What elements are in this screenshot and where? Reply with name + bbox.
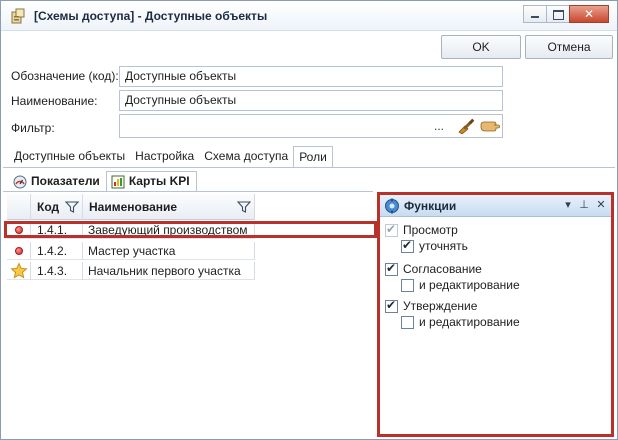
- dialog-window: [Схемы доступа] - Доступные объекты OK О…: [0, 0, 618, 440]
- subtab-indicators[interactable]: Показатели: [9, 171, 106, 192]
- function-item-approval[interactable]: Согласование: [385, 261, 482, 276]
- checkbox[interactable]: [401, 238, 414, 253]
- cell-name: Заведующий производством: [88, 223, 248, 237]
- code-field[interactable]: Доступные объекты: [119, 66, 503, 87]
- functions-panel: Функции ▾ ⊥ ✕ Просмотр уточнять Согласов…: [377, 192, 614, 437]
- filter-ellipsis-button[interactable]: ...: [434, 119, 444, 133]
- function-label: Просмотр: [403, 223, 458, 237]
- dropdown-icon[interactable]: ▾: [561, 198, 575, 212]
- function-item-view[interactable]: Просмотр: [385, 222, 458, 237]
- row-indicator: [7, 262, 31, 280]
- grid-indicator-header: [7, 194, 31, 220]
- function-item-confirmation[interactable]: Утверждение: [385, 298, 478, 313]
- function-label: Согласование: [403, 262, 482, 276]
- cancel-button[interactable]: Отмена: [525, 35, 613, 59]
- function-item-approval-edit[interactable]: и редактирование: [401, 278, 520, 292]
- indicators-icon: [13, 175, 27, 188]
- functions-icon: [385, 198, 399, 214]
- column-header-name[interactable]: Наименование: [83, 194, 255, 220]
- cell-name: Начальник первого участка: [88, 264, 241, 278]
- row-indicator: [7, 221, 31, 239]
- cell-code: 1.4.1.: [37, 223, 68, 237]
- filter-funnel-icon[interactable]: [65, 200, 79, 214]
- sub-tabs: Показатели Карты KPI: [9, 171, 197, 192]
- close-icon[interactable]: ✕: [594, 198, 608, 212]
- subtab-divider: [3, 191, 373, 192]
- roles-grid: Код Наименование 1.4.1. Заведующий произ…: [7, 194, 374, 437]
- ok-button[interactable]: OK: [441, 35, 521, 59]
- status-dot-icon: [15, 226, 23, 234]
- code-label: Обозначение (код):: [11, 69, 119, 83]
- subtab-indicators-label: Показатели: [31, 174, 100, 188]
- table-row[interactable]: 1.4.3. Начальник первого участка: [7, 262, 255, 280]
- subtab-kpi-cards-label: Карты KPI: [128, 174, 190, 188]
- grid-header: Код Наименование: [7, 194, 255, 220]
- checkbox[interactable]: [401, 315, 414, 329]
- name-field[interactable]: Доступные объекты: [119, 90, 503, 111]
- tab-settings[interactable]: Настройка: [130, 146, 199, 168]
- window-title: [Схемы доступа] - Доступные объекты: [34, 9, 268, 23]
- kpi-card-icon: [111, 175, 125, 188]
- function-label: и редактирование: [419, 278, 520, 292]
- column-header-name-label: Наименование: [89, 200, 178, 214]
- checkbox[interactable]: [401, 278, 414, 292]
- function-label: уточнять: [419, 239, 468, 253]
- title-bar: [Схемы доступа] - Доступные объекты: [1, 1, 617, 31]
- minimize-icon[interactable]: [523, 5, 546, 23]
- checkbox[interactable]: [385, 222, 398, 237]
- status-dot-icon: [15, 247, 23, 255]
- tab-access-scheme[interactable]: Схема доступа: [199, 146, 293, 168]
- filter-field[interactable]: ...: [119, 114, 503, 138]
- function-item-clarify[interactable]: уточнять: [401, 238, 468, 253]
- row-indicator: [7, 242, 31, 260]
- star-icon: [10, 262, 28, 279]
- column-header-code-label: Код: [37, 200, 60, 214]
- tab-roles[interactable]: Роли: [293, 146, 333, 168]
- checkbox[interactable]: [385, 298, 398, 313]
- broom-icon[interactable]: [456, 118, 476, 134]
- function-label: Утверждение: [403, 299, 478, 313]
- filter-label: Фильтр:: [11, 121, 55, 135]
- window-controls: [523, 5, 609, 25]
- maximize-icon[interactable]: [546, 5, 569, 23]
- subtab-kpi-cards[interactable]: Карты KPI: [105, 171, 197, 192]
- filter-funnel-icon[interactable]: [237, 200, 251, 214]
- name-label: Наименование:: [11, 94, 98, 108]
- cell-code: 1.4.2.: [37, 244, 68, 258]
- functions-panel-title: Функции: [404, 199, 457, 213]
- table-row[interactable]: 1.4.1. Заведующий производством: [7, 221, 255, 239]
- function-item-confirmation-edit[interactable]: и редактирование: [401, 315, 520, 329]
- function-label: и редактирование: [419, 315, 520, 329]
- functions-panel-header: Функции ▾ ⊥ ✕: [380, 195, 611, 217]
- pin-icon[interactable]: ⊥: [577, 198, 591, 212]
- main-tabs: Доступные объекты Настройка Схема доступ…: [9, 146, 333, 168]
- close-icon[interactable]: [569, 5, 609, 23]
- tab-divider: [3, 167, 615, 168]
- tab-available-objects[interactable]: Доступные объекты: [9, 146, 130, 168]
- cell-name: Мастер участка: [88, 244, 176, 258]
- cell-code: 1.4.3.: [37, 264, 68, 278]
- app-icon: [11, 8, 25, 24]
- checkbox[interactable]: [385, 261, 398, 276]
- hand-icon[interactable]: [480, 119, 500, 133]
- table-row[interactable]: 1.4.2. Мастер участка: [7, 242, 255, 260]
